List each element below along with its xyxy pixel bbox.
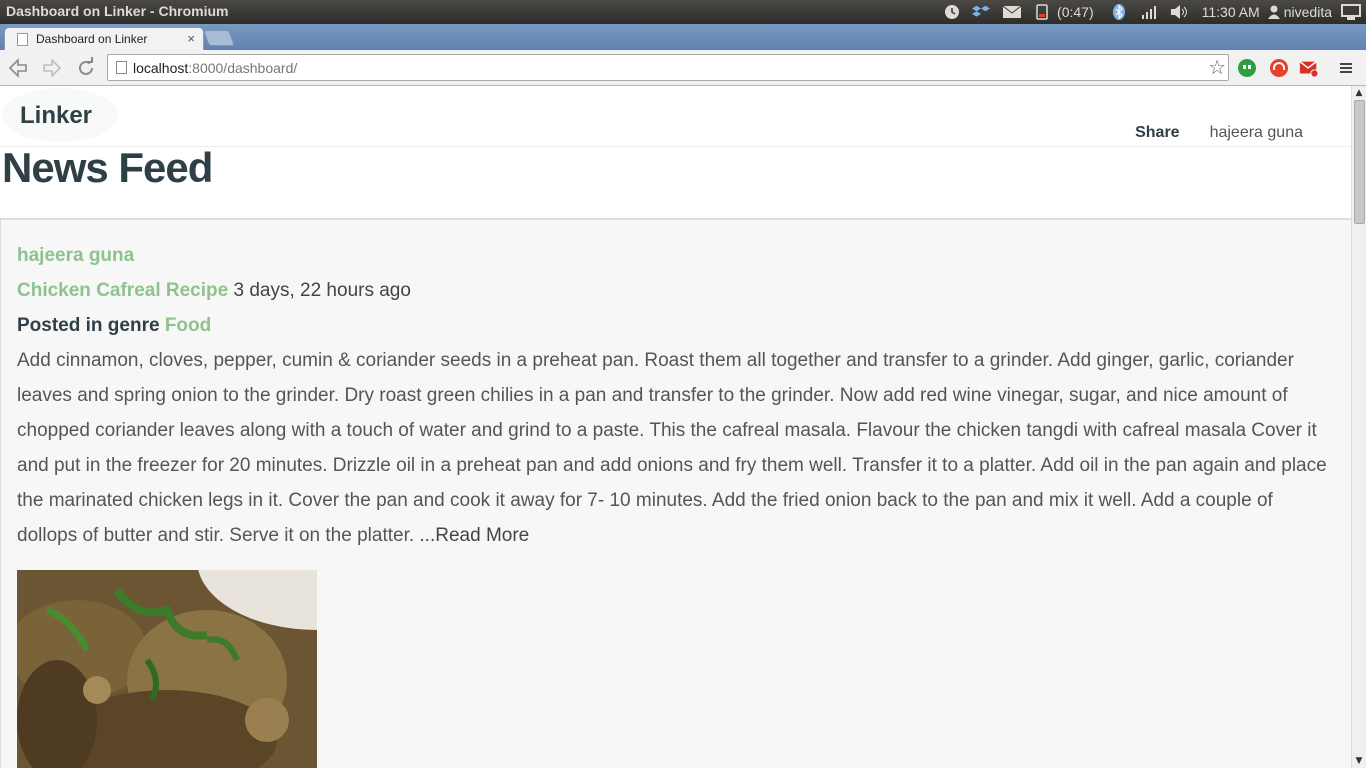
browser-toolbar: localhost:8000/dashboard/ ☆ (0, 50, 1366, 86)
tab-dashboard[interactable]: Dashboard on Linker × (4, 27, 204, 50)
new-tab-button[interactable] (203, 30, 235, 46)
tab-close-icon[interactable]: × (187, 31, 195, 46)
battery-time: (0:47) (1057, 4, 1094, 20)
post-genre-line: Posted in genre Food (17, 308, 1337, 343)
scrollbar-thumb[interactable] (1354, 100, 1365, 224)
gmail-extension-icon[interactable] (1299, 58, 1319, 78)
session-menu-icon[interactable] (1340, 0, 1362, 24)
chicken-dish-photo (17, 570, 317, 768)
clock-indicator-icon[interactable] (937, 0, 967, 24)
scroll-up-arrow-icon[interactable]: ▲ (1354, 88, 1364, 98)
post-title-line: Chicken Cafreal Recipe 3 days, 22 hours … (17, 273, 1337, 308)
stumbleupon-extension-icon[interactable] (1269, 58, 1289, 78)
dropbox-icon[interactable] (967, 0, 997, 24)
post-timestamp: 3 days, 22 hours ago (233, 280, 411, 301)
back-arrow-icon (8, 58, 27, 78)
forward-arrow-icon (43, 58, 62, 78)
nav-share-link[interactable]: Share (1135, 124, 1179, 142)
hangouts-extension-icon[interactable] (1237, 58, 1257, 78)
network-signal-icon[interactable] (1134, 0, 1164, 24)
feed-post: hajeera guna Chicken Cafreal Recipe 3 da… (17, 238, 1337, 553)
hamburger-menu-icon (1340, 63, 1352, 73)
system-top-panel: Dashboard on Linker - Chromium (0:47) 11… (0, 0, 1366, 24)
reload-button[interactable] (74, 56, 98, 80)
system-tray: (0:47) 11:30 AM nivedita (937, 0, 1362, 24)
post-body: Add cinnamon, cloves, pepper, cumin & co… (17, 343, 1337, 553)
post-title-link[interactable]: Chicken Cafreal Recipe (17, 280, 228, 301)
window-title: Dashboard on Linker - Chromium (6, 3, 229, 19)
url-path: :8000/dashboard/ (188, 60, 298, 76)
mail-icon[interactable] (997, 0, 1027, 24)
bluetooth-icon[interactable] (1104, 0, 1134, 24)
page-favicon-icon (17, 33, 28, 46)
post-image (17, 570, 317, 768)
page-scrollbar[interactable]: ▲ ▼ (1351, 86, 1366, 768)
site-logo[interactable]: Linker (20, 102, 92, 130)
page-info-icon[interactable] (116, 61, 127, 74)
page-title: News Feed (2, 144, 213, 191)
tab-strip: Dashboard on Linker × (0, 24, 1366, 50)
site-nav: Share hajeera guna (1135, 124, 1303, 142)
forward-button[interactable] (40, 56, 64, 80)
genre-prefix: Posted in genre (17, 315, 160, 336)
post-author-link[interactable]: hajeera guna (17, 245, 134, 266)
chrome-menu-button[interactable] (1334, 57, 1358, 81)
nav-user-link[interactable]: hajeera guna (1210, 124, 1303, 142)
user-icon (1267, 0, 1280, 24)
tab-title: Dashboard on Linker (36, 32, 148, 46)
read-more-link[interactable]: ...Read More (419, 525, 529, 546)
url-text[interactable]: localhost:8000/dashboard/ (133, 60, 297, 76)
news-feed: hajeera guna Chicken Cafreal Recipe 3 da… (0, 218, 1351, 768)
genre-link[interactable]: Food (165, 315, 211, 336)
post-body-text: Add cinnamon, cloves, pepper, cumin & co… (17, 350, 1327, 546)
page-viewport: Linker Share hajeera guna News Feed haje… (0, 86, 1351, 768)
address-bar[interactable]: localhost:8000/dashboard/ ☆ (107, 54, 1229, 81)
url-host: localhost (133, 60, 189, 76)
clock-text[interactable]: 11:30 AM (1202, 0, 1260, 24)
user-name[interactable]: nivedita (1284, 0, 1332, 24)
battery-icon[interactable] (1027, 0, 1057, 24)
bookmark-star-icon[interactable]: ☆ (1208, 55, 1226, 80)
scroll-down-arrow-icon[interactable]: ▼ (1354, 756, 1364, 766)
reload-icon (79, 57, 93, 75)
volume-icon[interactable] (1164, 0, 1194, 24)
back-button[interactable] (6, 56, 30, 80)
